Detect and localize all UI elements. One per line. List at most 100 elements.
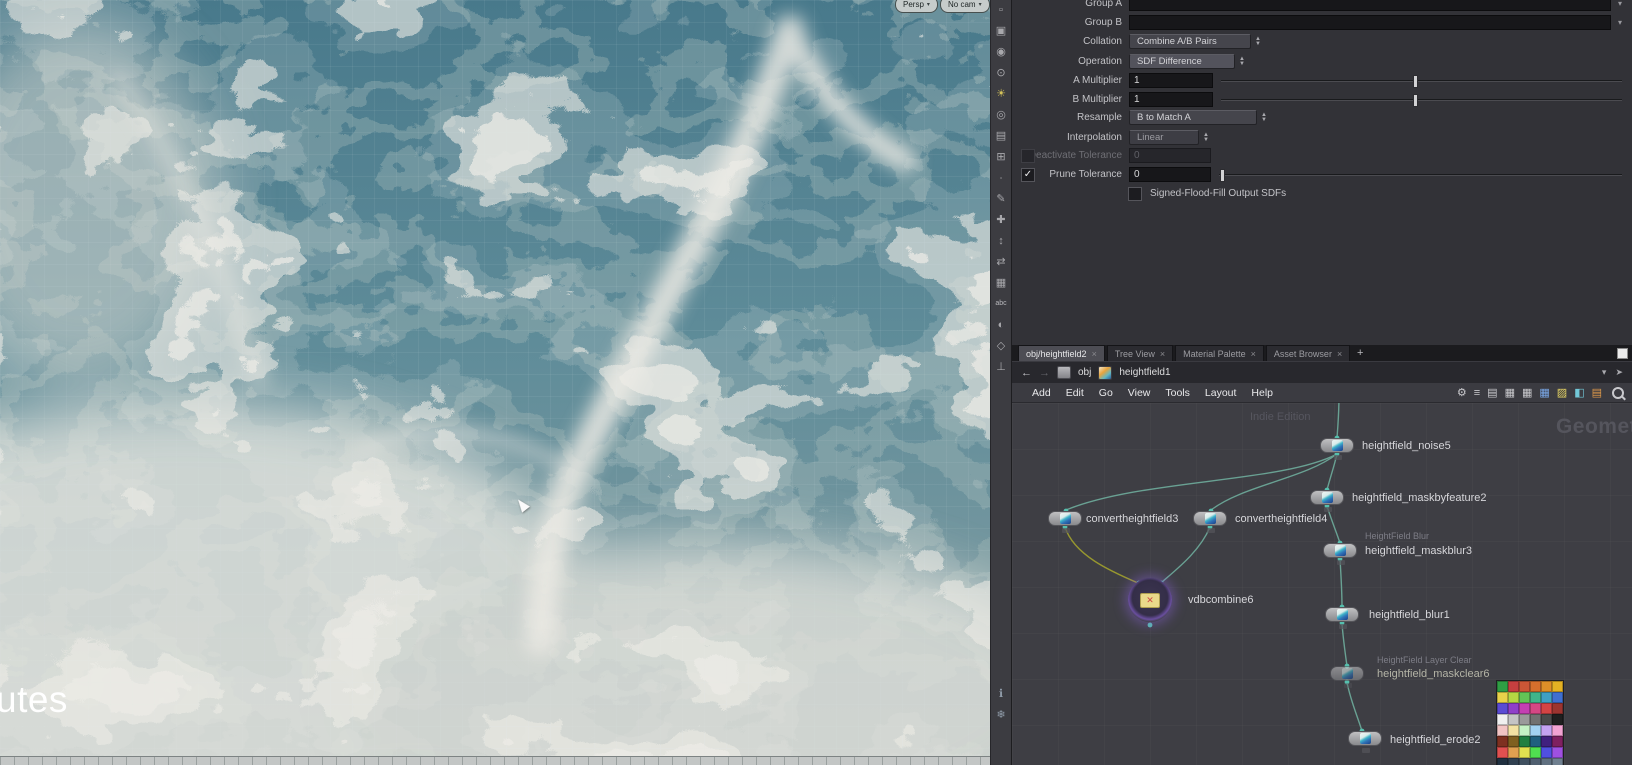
node-heightfield-maskblur3[interactable] [1323, 543, 1357, 565]
pencil-edit-icon[interactable]: ✎ [993, 192, 1009, 206]
interpolation-dropdown[interactable]: Linear [1129, 130, 1199, 145]
pane-link-icon[interactable]: ▫ [993, 3, 1009, 17]
display-grid-icon[interactable]: ▦ [993, 276, 1009, 290]
palette-color-swatch[interactable] [1508, 736, 1519, 747]
pin-pane-icon[interactable]: ➤ [1615, 367, 1623, 378]
chevron-down-icon[interactable]: ▾ [1602, 367, 1607, 378]
obj-network-icon[interactable] [1057, 366, 1071, 379]
network-overview-icon[interactable]: ▦ [1539, 386, 1549, 400]
node-heightfield-maskbyfeature2[interactable] [1310, 490, 1344, 512]
spinner-icon[interactable]: ▲ ▼ [1237, 56, 1247, 67]
palette-color-swatch[interactable] [1530, 681, 1541, 692]
palette-color-swatch[interactable] [1541, 747, 1552, 758]
palette-color-swatch[interactable] [1519, 725, 1530, 736]
node-convertheightfield3[interactable] [1048, 511, 1082, 533]
breadcrumb-root[interactable]: obj [1078, 367, 1091, 378]
palette-color-swatch[interactable] [1508, 758, 1519, 765]
display-options-icon[interactable]: ▤ [1487, 386, 1497, 400]
node-heightfield-maskclear6[interactable] [1330, 666, 1364, 688]
back-arrow-icon[interactable]: ← [1021, 367, 1032, 379]
new-tab-button[interactable]: + [1352, 347, 1368, 359]
palette-color-swatch[interactable] [1552, 714, 1563, 725]
tree-list-icon[interactable]: ≡ [1474, 386, 1480, 400]
freeze-update-icon[interactable]: ❄ [996, 708, 1005, 721]
info-icon[interactable]: ℹ [999, 687, 1003, 700]
slider-handle[interactable] [1413, 94, 1419, 107]
palette-color-swatch[interactable] [1508, 703, 1519, 714]
scene-viewport[interactable]: Persp ▾ No cam ▾ utes [0, 0, 990, 765]
palette-color-swatch[interactable] [1508, 725, 1519, 736]
node-label-erode2[interactable]: heightfield_erode2 [1390, 733, 1481, 747]
spinner-icon[interactable]: ▲ ▼ [1253, 36, 1263, 47]
secure-selection-icon[interactable]: ▣ [993, 24, 1009, 38]
palette-color-swatch[interactable] [1541, 736, 1552, 747]
palette-color-swatch[interactable] [1508, 681, 1519, 692]
palette-color-swatch[interactable] [1541, 692, 1552, 703]
palette-color-swatch[interactable] [1497, 747, 1508, 758]
palette-color-swatch[interactable] [1552, 725, 1563, 736]
palette-color-swatch[interactable] [1530, 747, 1541, 758]
wireframe-display-icon[interactable]: ◇ [993, 339, 1009, 353]
menu-view[interactable]: View [1128, 387, 1151, 399]
tab-asset-browser[interactable]: Asset Browser × [1265, 345, 1351, 361]
menu-tools[interactable]: Tools [1165, 387, 1190, 399]
palette-color-swatch[interactable] [1497, 681, 1508, 692]
breadcrumb-node[interactable]: heightfield1 [1119, 367, 1170, 378]
palette-color-swatch[interactable] [1541, 725, 1552, 736]
close-icon[interactable]: × [1160, 349, 1165, 359]
menu-help[interactable]: Help [1251, 387, 1273, 399]
forward-arrow-icon[interactable]: → [1039, 367, 1050, 379]
spinner-icon[interactable]: ▲ ▼ [1201, 132, 1211, 143]
color-swatch-icon[interactable]: ◧ [1574, 386, 1584, 400]
lamp-icon[interactable]: ☀ [993, 87, 1009, 101]
normals-display-icon[interactable]: ⊥ [993, 360, 1009, 374]
snapping-icon[interactable]: ◉ [993, 45, 1009, 59]
node-label-convertheightfield4[interactable]: convertheightfield4 [1235, 512, 1327, 526]
node-heightfield-noise5[interactable] [1320, 438, 1354, 460]
height-scale-icon[interactable]: ↕ [993, 234, 1009, 248]
palette-color-swatch[interactable] [1519, 703, 1530, 714]
palette-color-swatch[interactable] [1530, 736, 1541, 747]
b-multiplier-slider[interactable] [1221, 93, 1622, 107]
node-convertheightfield4[interactable] [1193, 511, 1227, 533]
camera-select-pill[interactable]: No cam ▾ [940, 0, 990, 13]
palette-color-swatch[interactable] [1519, 736, 1530, 747]
b-multiplier-input[interactable]: 1 [1129, 92, 1213, 107]
collation-dropdown[interactable]: Combine A/B Pairs [1129, 34, 1251, 49]
shaded-display-icon[interactable]: ◐ [993, 318, 1009, 332]
node-label-convertheightfield3[interactable]: convertheightfield3 [1086, 512, 1178, 526]
palette-color-swatch[interactable] [1530, 758, 1541, 765]
perspective-view-pill[interactable]: Persp ▾ [895, 0, 938, 13]
menu-layout[interactable]: Layout [1205, 387, 1237, 399]
palette-color-swatch[interactable] [1519, 692, 1530, 703]
palette-color-swatch[interactable] [1497, 703, 1508, 714]
palette-color-swatch[interactable] [1497, 758, 1508, 765]
text-overlay-icon[interactable]: abc [993, 297, 1009, 311]
palette-color-swatch[interactable] [1497, 714, 1508, 725]
palette-color-swatch[interactable] [1519, 681, 1530, 692]
view-pivot-icon[interactable]: ⊙ [993, 66, 1009, 80]
add-geometry-icon[interactable]: ✚ [993, 213, 1009, 227]
node-label-noise5[interactable]: heightfield_noise5 [1362, 439, 1451, 453]
node-vdbcombine6[interactable] [1128, 578, 1172, 622]
search-icon[interactable] [1612, 386, 1624, 399]
palette-color-swatch[interactable] [1519, 747, 1530, 758]
palette-color-swatch[interactable] [1530, 714, 1541, 725]
node-label-maskblur3[interactable]: heightfield_maskblur3 [1365, 544, 1472, 558]
tab-network-path[interactable]: obj/heightfield2 × [1018, 345, 1105, 361]
select-mode-icon[interactable]: ▤ [993, 129, 1009, 143]
palette-color-swatch[interactable] [1552, 692, 1563, 703]
grid-view-icon[interactable]: ▦ [1505, 386, 1515, 400]
prune-tolerance-checkbox[interactable]: ✓ [1021, 168, 1035, 182]
a-multiplier-slider[interactable] [1221, 74, 1622, 88]
viewport-playbar[interactable] [0, 756, 990, 765]
a-multiplier-input[interactable]: 1 [1129, 73, 1213, 88]
menu-go[interactable]: Go [1099, 387, 1113, 399]
sticky-note-icon[interactable]: ▨ [1557, 386, 1567, 400]
palette-color-swatch[interactable] [1552, 747, 1563, 758]
deactivate-tolerance-checkbox[interactable] [1021, 149, 1035, 163]
group-b-input[interactable] [1129, 15, 1611, 30]
node-heightfield-erode2[interactable] [1348, 731, 1382, 753]
palette-color-swatch[interactable] [1497, 692, 1508, 703]
group-a-input[interactable] [1129, 0, 1611, 11]
